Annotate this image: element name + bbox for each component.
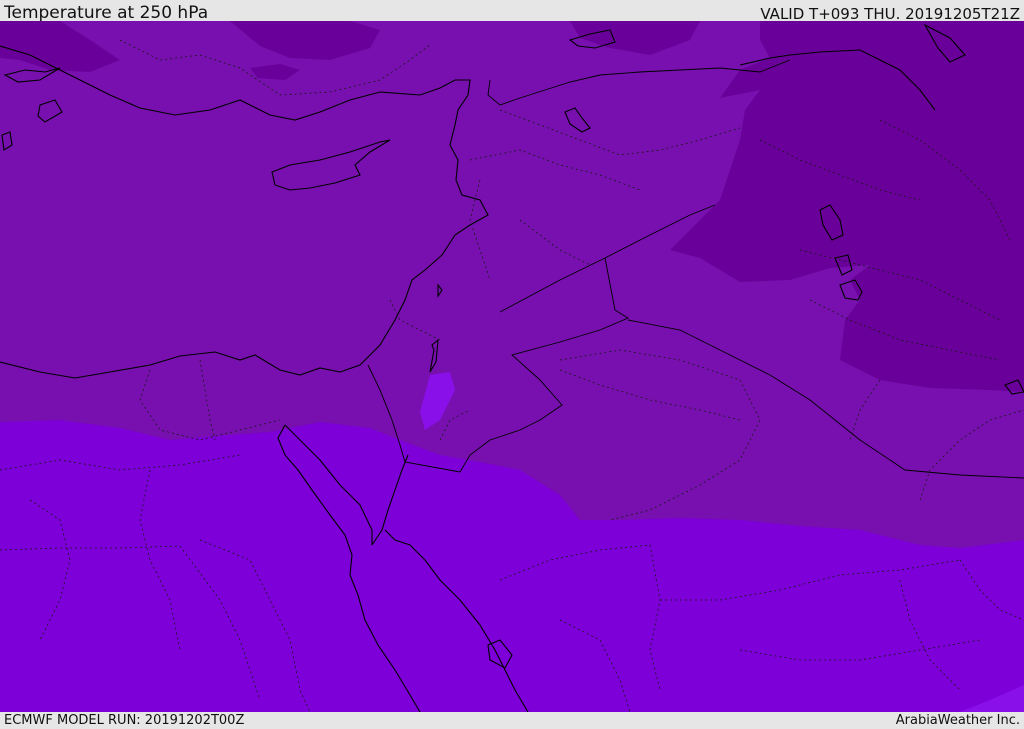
credit-label: ArabiaWeather Inc. [895, 713, 1020, 728]
model-run-label: ECMWF MODEL RUN: 20191202T00Z [4, 713, 245, 728]
map-title: Temperature at 250 hPa [4, 3, 209, 23]
footer-bar: ECMWF MODEL RUN: 20191202T00Z ArabiaWeat… [0, 712, 1024, 729]
temperature-map [0, 21, 1024, 712]
header-bar: Temperature at 250 hPa VALID T+093 THU. … [0, 0, 1024, 23]
